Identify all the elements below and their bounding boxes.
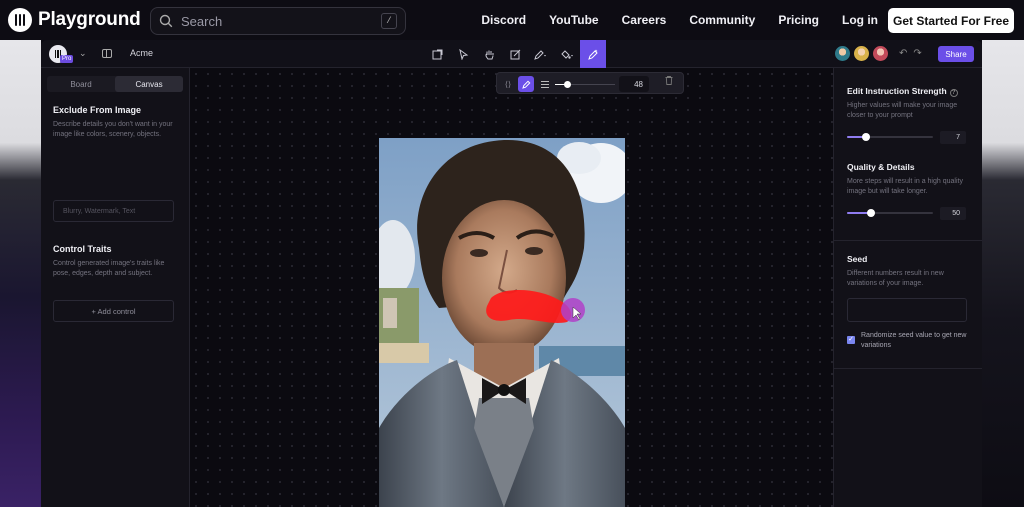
page-background-right [982,40,1024,507]
site-search-input[interactable]: Search / [150,7,406,35]
board-canvas-toggle: Board Canvas [47,76,183,92]
randomize-seed-checkbox[interactable]: ✓ [847,336,855,344]
brush-size-slider[interactable] [555,81,615,88]
link-icon[interactable]: ⟨⟩ [503,76,513,92]
exclude-input[interactable]: Blurry, Watermark, Text [53,200,174,222]
divider [834,368,982,369]
tab-canvas[interactable]: Canvas [115,76,183,92]
quality-title: Quality & Details [847,162,915,172]
quality-description: More steps will result in a high quality… [847,178,963,195]
edit-icon[interactable] [502,40,528,68]
instruction-strength-knob[interactable] [861,133,870,141]
instruction-strength-label: Edit Instruction Strength [847,86,947,96]
divider [834,240,982,241]
import-icon[interactable] [424,40,450,68]
help-icon[interactable]: ? [949,89,958,97]
undo-redo-icons[interactable]: ↶↷ [899,48,928,59]
instruction-strength-title: Edit Instruction Strength? [847,86,958,97]
nav-links: Discord YouTube Careers Community Pricin… [458,0,878,40]
pro-badge: Pro [60,55,74,63]
randomize-seed-label: Randomize seed value to get new variatio… [861,332,967,349]
exclude-title: Exclude From Image [53,105,142,115]
chevron-down-icon[interactable]: ⌄ [79,48,87,59]
quality-slider[interactable] [847,209,933,217]
control-traits-description: Control generated image's traits like po… [53,260,165,277]
left-sidebar: Board Canvas Exclude From Image Describe… [41,68,190,507]
nav-link-pricing[interactable]: Pricing [778,13,819,27]
quality-knob[interactable] [867,209,876,217]
brush-size-knob[interactable] [564,81,571,88]
avatar[interactable] [834,45,851,62]
right-sidebar: Edit Instruction Strength? Higher values… [833,68,982,507]
brand-name: Playground [38,9,141,30]
quality-value[interactable]: 50 [940,207,966,220]
seed-input[interactable] [847,298,967,322]
editor-toolbar: Pro ⌄ Acme ↶↷ Share [41,40,982,68]
exclude-description: Describe details you don't want in your … [53,121,173,138]
site-header: Playground Search / Discord YouTube Care… [0,0,1024,40]
control-traits-title: Control Traits [53,244,112,254]
editor-window: Pro ⌄ Acme ↶↷ Share Board Canvas Exclude… [41,40,982,507]
canvas-area[interactable]: ⟨⟩ 48 [190,68,833,507]
search-shortcut-key: / [381,13,397,29]
add-control-button[interactable]: + Add control [53,300,174,322]
brand-logo[interactable]: Playground [8,8,141,32]
search-icon [159,14,173,28]
brush-icon[interactable] [518,76,534,92]
sidebar-toggle-icon[interactable] [102,49,112,58]
fill-icon[interactable] [554,40,580,68]
seed-description: Different numbers result in new variatio… [847,270,944,287]
nav-link-discord[interactable]: Discord [481,13,526,27]
seed-title: Seed [847,254,868,264]
workspace-name[interactable]: Acme [130,48,153,58]
instruction-strength-slider[interactable] [847,133,933,141]
canvas-image[interactable] [379,138,625,507]
pen-icon[interactable] [528,40,554,68]
avatar[interactable] [872,45,889,62]
select-icon[interactable] [450,40,476,68]
tab-board[interactable]: Board [47,76,115,92]
line-weight-icon[interactable] [540,76,549,92]
collaborator-avatars [834,45,891,62]
share-button[interactable]: Share [938,46,974,62]
get-started-button[interactable]: Get Started For Free [888,8,1014,33]
nav-link-careers[interactable]: Careers [622,13,667,27]
nav-link-community[interactable]: Community [689,13,755,27]
brush-edit-icon[interactable] [580,40,606,68]
nav-link-login[interactable]: Log in [842,13,878,27]
avatar[interactable] [853,45,870,62]
brush-toolbar: ⟨⟩ 48 [496,72,684,94]
playground-logo-icon [8,8,32,32]
instruction-strength-value[interactable]: 7 [940,131,966,144]
page-background-left [0,40,41,507]
instruction-strength-description: Higher values will make your image close… [847,102,958,119]
brush-size-value[interactable]: 48 [619,76,649,92]
tool-group [424,40,606,68]
hand-icon[interactable] [476,40,502,68]
search-placeholder: Search [181,13,223,29]
nav-link-youtube[interactable]: YouTube [549,13,599,27]
trash-icon[interactable] [665,76,673,87]
